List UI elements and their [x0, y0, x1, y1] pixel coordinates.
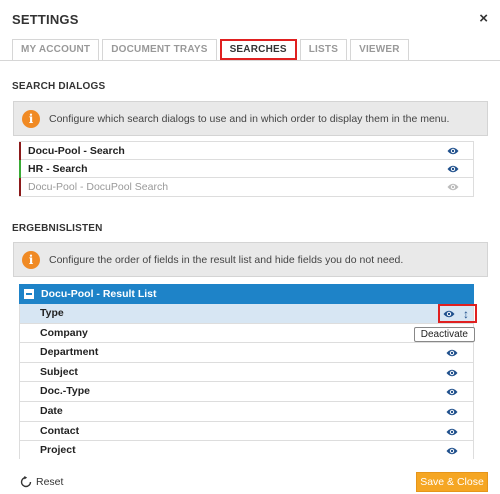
dialog-footer: Reset Save & Close — [0, 460, 500, 494]
search-dialog-item[interactable]: Docu-Pool - Search — [19, 142, 473, 160]
item-color-bar — [19, 178, 21, 196]
save-close-button[interactable]: Save & Close — [416, 472, 488, 492]
result-lists-info-box: i Configure the order of fields in the r… — [13, 242, 488, 277]
item-color-bar — [19, 160, 21, 178]
eye-icon[interactable] — [443, 309, 455, 319]
info-icon: i — [22, 251, 40, 269]
eye-icon[interactable] — [447, 164, 459, 174]
section-title-search-dialogs: SEARCH DIALOGS — [12, 81, 106, 92]
close-icon[interactable]: × — [479, 10, 488, 27]
info-icon: i — [22, 110, 40, 128]
field-actions: ↕ — [438, 304, 477, 323]
tab-viewer[interactable]: VIEWER — [350, 39, 409, 60]
reset-button[interactable]: Reset — [20, 476, 64, 488]
eye-icon[interactable] — [446, 387, 458, 397]
result-list-title: Docu-Pool - Result List — [41, 288, 157, 300]
settings-tabs: MY ACCOUNT DOCUMENT TRAYS SEARCHES LISTS… — [12, 39, 412, 60]
result-field-label: Project — [40, 444, 76, 457]
tab-lists[interactable]: LISTS — [299, 39, 348, 60]
search-dialog-list: Docu-Pool - Search HR - Search Docu-Pool… — [19, 141, 474, 197]
tab-my-account[interactable]: MY ACCOUNT — [12, 39, 100, 60]
dialog-title: SETTINGS — [12, 12, 79, 27]
result-field-label: Subject — [40, 365, 78, 378]
tab-document-trays[interactable]: DOCUMENT TRAYS — [102, 39, 217, 60]
eye-icon[interactable] — [446, 446, 458, 456]
search-dialog-label: HR - Search — [28, 163, 88, 175]
eye-icon[interactable] — [446, 368, 458, 378]
result-field-row[interactable]: Date — [19, 401, 474, 422]
search-dialogs-info-box: i Configure which search dialogs to use … — [13, 101, 488, 136]
search-dialog-item[interactable]: Docu-Pool - DocuPool Search — [19, 178, 473, 196]
settings-content[interactable]: SEARCH DIALOGS i Configure which search … — [0, 61, 500, 459]
eye-icon[interactable] — [446, 407, 458, 417]
item-color-bar — [19, 142, 21, 160]
search-dialog-item[interactable]: HR - Search — [19, 160, 473, 178]
result-field-row[interactable]: Doc.-Type — [19, 382, 474, 402]
eye-icon[interactable] — [446, 427, 458, 437]
result-field-row[interactable]: Subject — [19, 362, 474, 383]
eye-icon[interactable] — [447, 146, 459, 156]
result-field-label: Doc.-Type — [40, 385, 90, 398]
result-list-panel: Docu-Pool - Result List Type ↕ Company D… — [19, 284, 477, 459]
reset-label: Reset — [36, 476, 64, 488]
result-list-header[interactable]: Docu-Pool - Result List — [19, 284, 474, 304]
eye-icon[interactable] — [446, 348, 458, 358]
tab-searches[interactable]: SEARCHES — [219, 39, 297, 60]
result-field-label: Department — [40, 346, 99, 359]
result-field-row[interactable]: Type ↕ — [19, 304, 477, 324]
result-field-label: Date — [40, 404, 63, 417]
result-field-row[interactable]: Department — [19, 343, 474, 363]
section-title-result-lists: ERGEBNISLISTEN — [12, 223, 103, 234]
collapse-icon[interactable] — [24, 289, 34, 299]
deactivate-tooltip: Deactivate — [413, 326, 475, 342]
result-field-row[interactable]: Contact — [19, 421, 474, 442]
reset-icon — [20, 476, 32, 488]
search-dialog-label: Docu-Pool - DocuPool Search — [28, 181, 169, 193]
eye-icon[interactable] — [447, 182, 459, 192]
result-field-row[interactable]: Company Deactivate — [19, 323, 475, 344]
result-field-label: Company — [40, 326, 88, 339]
search-dialog-label: Docu-Pool - Search — [28, 145, 125, 157]
result-field-row[interactable]: Project — [19, 441, 474, 459]
dialog-header: SETTINGS × — [0, 0, 500, 36]
result-field-label: Contact — [40, 424, 80, 437]
move-arrows-icon[interactable]: ↕ — [463, 307, 469, 321]
result-lists-info-text: Configure the order of fields in the res… — [49, 254, 404, 266]
result-field-label: Type — [40, 307, 64, 319]
search-dialogs-info-text: Configure which search dialogs to use an… — [49, 113, 450, 125]
